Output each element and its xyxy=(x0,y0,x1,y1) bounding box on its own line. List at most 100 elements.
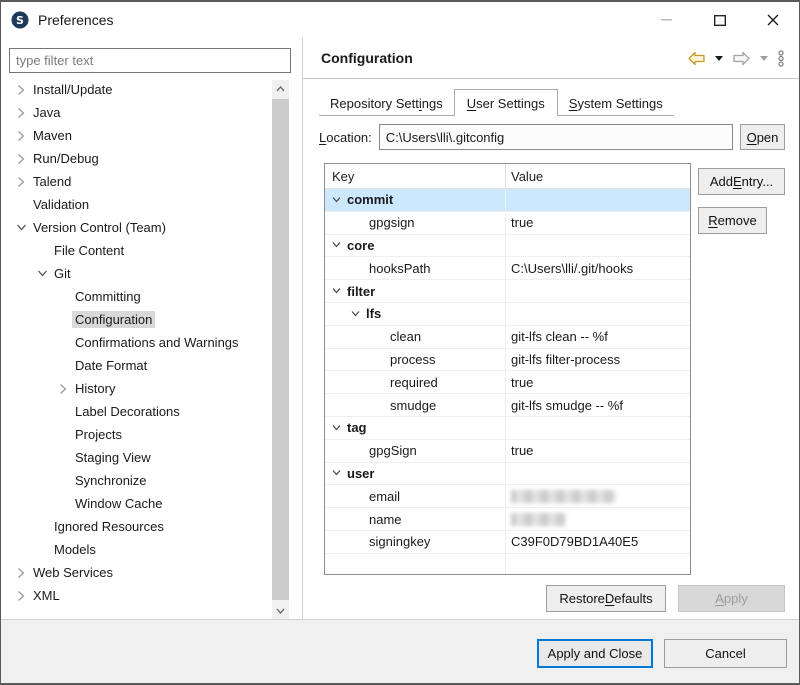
tree-item-install-update[interactable]: Install/Update xyxy=(2,78,268,101)
tab-repository-settings[interactable]: Repository Settings xyxy=(319,92,454,116)
value-cell: C:\Users\lli/.git/hooks xyxy=(505,257,690,279)
table-row-required[interactable]: requiredtrue xyxy=(325,371,690,394)
tree-item-java[interactable]: Java xyxy=(2,101,268,124)
chevron-down-icon[interactable] xyxy=(351,310,360,318)
tree-item-run-debug[interactable]: Run/Debug xyxy=(2,147,268,170)
maximize-button[interactable] xyxy=(693,2,746,38)
tab-system-settings[interactable]: System Settings xyxy=(558,92,674,116)
chevron-down-icon[interactable] xyxy=(332,469,341,477)
tree-item-window-cache[interactable]: Window Cache xyxy=(2,492,268,515)
table-row-core[interactable]: core xyxy=(325,235,690,258)
key-cell: commit xyxy=(325,189,505,211)
tree-scrollbar[interactable] xyxy=(272,80,289,619)
table-row-user[interactable]: user xyxy=(325,463,690,486)
tree-item-label: Label Decorations xyxy=(72,403,183,420)
tree-item-configuration[interactable]: Configuration xyxy=(2,308,268,331)
key-cell: user xyxy=(325,463,505,485)
page-title: Configuration xyxy=(321,50,413,66)
table-row-gpgsign[interactable]: gpgsigntrue xyxy=(325,212,690,235)
table-row-name[interactable]: name xyxy=(325,508,690,531)
chevron-down-icon[interactable] xyxy=(332,196,341,204)
tree-item-version-control-team[interactable]: Version Control (Team) xyxy=(2,216,268,239)
table-row-tag[interactable]: tag xyxy=(325,417,690,440)
chevron-right-icon[interactable] xyxy=(12,176,30,188)
tree-item-ignored-resources[interactable]: Ignored Resources xyxy=(2,515,268,538)
tree-item-label: Validation xyxy=(30,196,92,213)
tree-item-label-decorations[interactable]: Label Decorations xyxy=(2,400,268,423)
tree-item-models[interactable]: Models xyxy=(2,538,268,561)
apply-button[interactable]: Apply xyxy=(678,585,785,612)
tree-item-talend[interactable]: Talend xyxy=(2,170,268,193)
chevron-right-icon[interactable] xyxy=(12,590,30,602)
app-icon: S xyxy=(11,11,29,29)
tree-item-synchronize[interactable]: Synchronize xyxy=(2,469,268,492)
open-button[interactable]: Open xyxy=(740,124,785,150)
tab-user-settings[interactable]: User Settings xyxy=(454,89,558,116)
chevron-right-icon[interactable] xyxy=(12,130,30,142)
tree-item-file-content[interactable]: File Content xyxy=(2,239,268,262)
table-row-clean[interactable]: cleangit-lfs clean -- %f xyxy=(325,326,690,349)
key-cell: gpgsign xyxy=(325,212,505,234)
window-title: Preferences xyxy=(38,12,113,28)
chevron-right-icon[interactable] xyxy=(12,153,30,165)
chevron-down-icon[interactable] xyxy=(332,424,341,432)
chevron-down-icon[interactable] xyxy=(33,269,51,278)
add-entry-button[interactable]: Add Entry... xyxy=(698,168,785,195)
remove-button[interactable]: Remove xyxy=(698,207,767,234)
value-cell xyxy=(505,508,690,530)
chevron-down-icon[interactable] xyxy=(332,287,341,295)
apply-and-close-button[interactable]: Apply and Close xyxy=(537,639,653,668)
table-row-filter[interactable]: filter xyxy=(325,280,690,303)
chevron-down-icon[interactable] xyxy=(332,241,341,249)
scrollbar-thumb[interactable] xyxy=(272,99,289,600)
tree-item-date-format[interactable]: Date Format xyxy=(2,354,268,377)
chevron-right-icon[interactable] xyxy=(54,383,72,395)
table-row-process[interactable]: processgit-lfs filter-process xyxy=(325,349,690,372)
table-row-lfs[interactable]: lfs xyxy=(325,303,690,326)
tree-item-projects[interactable]: Projects xyxy=(2,423,268,446)
config-table: Key Value commitgpgsigntruecorehooksPath… xyxy=(324,163,691,575)
tree-item-xml[interactable]: XML xyxy=(2,584,268,607)
back-dropdown-icon[interactable] xyxy=(715,56,723,61)
table-row-smudge[interactable]: smudgegit-lfs smudge -- %f xyxy=(325,394,690,417)
panel-divider[interactable] xyxy=(302,38,303,619)
tree-item-git[interactable]: Git xyxy=(2,262,268,285)
tree-item-history[interactable]: History xyxy=(2,377,268,400)
key-cell: process xyxy=(325,349,505,371)
tree-item-staging-view[interactable]: Staging View xyxy=(2,446,268,469)
table-row-gpgsign[interactable]: gpgSigntrue xyxy=(325,440,690,463)
cancel-button[interactable]: Cancel xyxy=(664,639,787,668)
back-icon[interactable] xyxy=(687,51,706,66)
chevron-right-icon[interactable] xyxy=(12,84,30,96)
tree-item-committing[interactable]: Committing xyxy=(2,285,268,308)
minimize-button[interactable] xyxy=(640,2,693,38)
table-row-hookspath[interactable]: hooksPathC:\Users\lli/.git/hooks xyxy=(325,257,690,280)
tree-item-label: Committing xyxy=(72,288,144,305)
scroll-up-icon[interactable] xyxy=(272,80,289,97)
tree-item-web-services[interactable]: Web Services xyxy=(2,561,268,584)
tree-item-confirmations-and-warnings[interactable]: Confirmations and Warnings xyxy=(2,331,268,354)
chevron-right-icon[interactable] xyxy=(12,567,30,579)
view-menu-icon[interactable] xyxy=(777,50,785,67)
location-field[interactable] xyxy=(379,124,733,150)
titlebar[interactable]: S Preferences xyxy=(1,2,799,38)
table-header[interactable]: Key Value xyxy=(325,164,690,189)
table-row-commit[interactable]: commit xyxy=(325,189,690,212)
tree-item-validation[interactable]: Validation xyxy=(2,193,268,216)
value-cell: git-lfs smudge -- %f xyxy=(505,394,690,416)
column-value[interactable]: Value xyxy=(505,164,690,188)
close-button[interactable] xyxy=(746,2,799,38)
forward-dropdown-icon[interactable] xyxy=(760,56,768,61)
forward-icon[interactable] xyxy=(732,51,751,66)
chevron-down-icon[interactable] xyxy=(12,223,30,232)
chevron-right-icon[interactable] xyxy=(12,107,30,119)
preferences-dialog: S Preferences Install/UpdateJavaMavenRun… xyxy=(0,0,800,685)
column-key[interactable]: Key xyxy=(325,164,505,188)
table-row-email[interactable]: email xyxy=(325,485,690,508)
tree-item-label: Talend xyxy=(30,173,74,190)
filter-input[interactable] xyxy=(9,48,291,73)
scroll-down-icon[interactable] xyxy=(272,602,289,619)
table-row-signingkey[interactable]: signingkeyC39F0D79BD1A40E5 xyxy=(325,531,690,554)
tree-item-maven[interactable]: Maven xyxy=(2,124,268,147)
restore-defaults-button[interactable]: Restore Defaults xyxy=(546,585,666,612)
